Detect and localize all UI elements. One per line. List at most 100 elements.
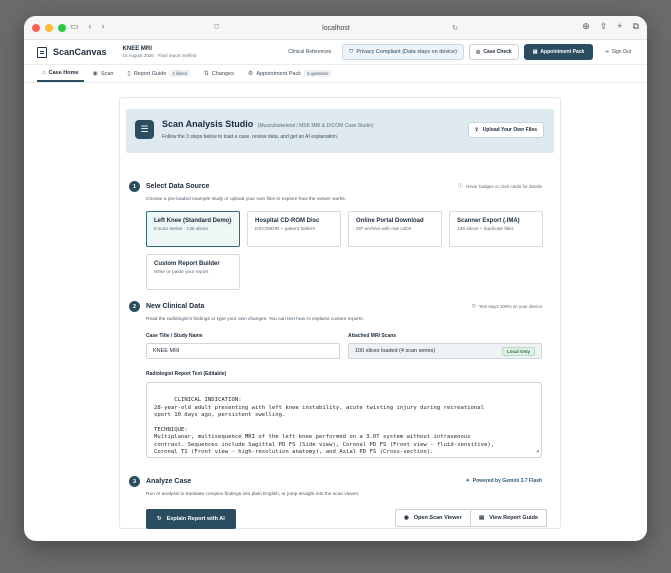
close-window-button[interactable] [32, 24, 40, 32]
brand-name: ScanCanvas [53, 47, 107, 57]
explain-label: Explain Report with AI [166, 516, 225, 522]
source-card-custom-report[interactable]: Custom Report Builder Write or paste you… [146, 254, 240, 290]
tab-badge: 4 linked [169, 70, 190, 77]
home-icon: ⌂ [42, 69, 46, 76]
case-check-label: Case Check [483, 49, 512, 55]
step-3-header: 3 Analyze Case [129, 476, 191, 487]
forward-icon[interactable]: › [102, 21, 105, 32]
sign-out-label: Sign Out [611, 49, 631, 55]
source-card-scanner-export[interactable]: Scanner Export (.IMA) 136 slices + dupli… [449, 211, 543, 247]
tab-report-guide[interactable]: ▯ Report Guide 4 linked [122, 65, 194, 82]
report-text-label: Radiologist Report Text (Editable) [146, 371, 227, 377]
privacy-badge[interactable]: ⛉ Privacy Compliant (Data stays on devic… [342, 44, 464, 60]
new-tab-icon[interactable]: + [617, 21, 622, 32]
tab-bar: ⌂ Case Home ◉ Scan ▯ Report Guide 4 link… [24, 65, 647, 83]
printer-icon: ▤ [532, 49, 538, 55]
database-icon: ☰ [135, 120, 154, 139]
document-icon: ▤ [479, 515, 485, 521]
maximize-window-button[interactable] [58, 24, 66, 32]
step-number: 1 [129, 181, 140, 192]
attached-scans-field: 100 slices loaded (4 scan series) Local … [348, 343, 542, 359]
reload-icon[interactable]: ↻ [452, 24, 458, 32]
powered-by: ✦ Powered by Gemini 3.7 Flash [466, 478, 542, 484]
info-icon: ⓘ [458, 183, 463, 188]
refresh-icon: ↻ [157, 516, 162, 522]
appointment-pack-button[interactable]: ▤ Appointment Pack [523, 44, 594, 60]
source-card-portal[interactable]: Online Portal Download ZIP archive with … [348, 211, 442, 247]
card-subtitle: Write or paste your report [154, 270, 209, 275]
card-title: Scanner Export (.IMA) [457, 218, 520, 224]
sparkle-icon: ✦ [465, 478, 470, 484]
address-bar[interactable]: ⛉ localhost ↻ [210, 20, 462, 36]
upload-icon: ⇪ [474, 127, 479, 133]
powered-text: Powered by Gemini 3.7 Flash [472, 478, 542, 484]
card-title: Hospital CD-ROM Disc [255, 218, 320, 224]
sign-out-button[interactable]: ⇥ Sign Out [598, 44, 637, 60]
browser-chrome: ▭ ‹ › ⛉ localhost ↻ ⊕ ⇪ + ⧉ [24, 16, 647, 40]
tabs-overview-icon[interactable]: ⧉ [633, 21, 639, 32]
window-controls [32, 24, 66, 32]
tab-scan[interactable]: ◉ Scan [88, 65, 119, 82]
report-textarea[interactable]: CLINICAL INDICATION: 28-year-old adult p… [146, 382, 542, 458]
step-title: Analyze Case [146, 478, 192, 485]
step-1-header: 1 Select Data Source [129, 181, 209, 192]
case-subtitle: 15 August 2026 · Final report verified [122, 53, 197, 58]
explain-report-button[interactable]: ↻ Explain Report with AI [146, 509, 236, 529]
tab-case-home[interactable]: ⌂ Case Home [37, 65, 84, 82]
card-title: Left Knee (Standard Demo) [154, 218, 232, 224]
sign-out-icon: ⇥ [604, 49, 609, 55]
check-icon: ✓ [227, 220, 233, 227]
back-icon[interactable]: ‹ [89, 21, 92, 32]
upload-files-button[interactable]: ⇪ Upload Your Own Files [467, 122, 544, 138]
browser-window: ▭ ‹ › ⛉ localhost ↻ ⊕ ⇪ + ⧉ ScanCanvas K… [24, 16, 647, 541]
clock-icon: ◷ [471, 303, 476, 308]
open-viewer-label: Open Scan Viewer [413, 515, 462, 521]
tab-label: Case Home [48, 69, 79, 76]
browser-actions: ⊕ ⇪ + ⧉ [582, 21, 639, 32]
step-3-description: Run AI analysis to translate complex fin… [146, 492, 360, 497]
studio-description: Follow the 3 steps below to load a case,… [162, 134, 339, 140]
card-title: Online Portal Download [356, 218, 424, 224]
tab-label: Appointment Pack [256, 70, 301, 77]
attached-scans-value: 100 slices loaded (4 scan series) [355, 348, 436, 354]
step-title: New Clinical Data [146, 303, 205, 310]
source-card-cdrom[interactable]: Hospital CD-ROM Disc DICOMDIR + patient … [247, 211, 341, 247]
step-number: 3 [129, 476, 140, 487]
case-title-label: Case Title / Study Name [146, 333, 203, 339]
note-text: Text stays 100% on your device [478, 303, 542, 309]
local-only-badge: Local Only [501, 346, 535, 356]
case-check-button[interactable]: ◎ Case Check [468, 44, 519, 60]
shield-check-icon: ⛉ [349, 48, 354, 55]
studio-subtitle: (Musculoskeletal / MSK MRI & DICOM Case … [257, 123, 374, 129]
step-number: 2 [129, 301, 140, 312]
studio-banner: ☰ Scan Analysis Studio (Musculoskeletal … [126, 109, 554, 153]
changes-icon: ⇅ [203, 71, 209, 77]
step-2-header: 2 New Clinical Data [129, 301, 204, 312]
minimize-window-button[interactable] [45, 24, 53, 32]
download-icon[interactable]: ⊕ [582, 21, 590, 32]
brand[interactable]: ScanCanvas [37, 46, 107, 58]
card-subtitle: 136 slices + duplicate filter [457, 227, 514, 232]
case-title-input[interactable]: KNEE MRI [146, 343, 340, 359]
step-1-note: ⓘ Hover badges or click cards for detail… [458, 183, 542, 189]
eye-icon: ◉ [92, 71, 98, 77]
step-1-description: Choose a pre-loaded example study or upl… [146, 197, 346, 202]
app-header: ScanCanvas KNEE MRI 15 August 2026 · Fin… [24, 40, 647, 65]
appointment-pack-label: Appointment Pack [540, 49, 585, 55]
source-card-left-knee[interactable]: Left Knee (Standard Demo) 5 scan series … [146, 211, 240, 247]
attached-scans-label: Attached MRI Scans [348, 333, 397, 339]
tab-changes[interactable]: ⇅ Changes [199, 65, 239, 82]
report-text: CLINICAL INDICATION: 28-year-old adult p… [154, 397, 495, 456]
clinical-references-link[interactable]: Clinical References [282, 44, 337, 60]
tab-label: Scan [100, 70, 114, 77]
tab-appointment-pack[interactable]: ⚙ Appointment Pack 3 questions [243, 65, 336, 82]
sidebar-toggle-icon[interactable]: ▭ [70, 21, 79, 32]
open-scan-viewer-button[interactable]: ◉ Open Scan Viewer [395, 509, 471, 527]
card-subtitle: ZIP archive with raw UIDs [356, 227, 412, 232]
check-circle-icon: ◎ [475, 49, 481, 55]
view-report-guide-button[interactable]: ▤ View Report Guide [470, 509, 547, 527]
eye-icon: ◉ [404, 515, 409, 521]
share-icon[interactable]: ⇪ [600, 21, 608, 32]
case-title: KNEE MRI [122, 46, 152, 52]
resize-handle-icon[interactable]: ◢ [536, 448, 539, 455]
